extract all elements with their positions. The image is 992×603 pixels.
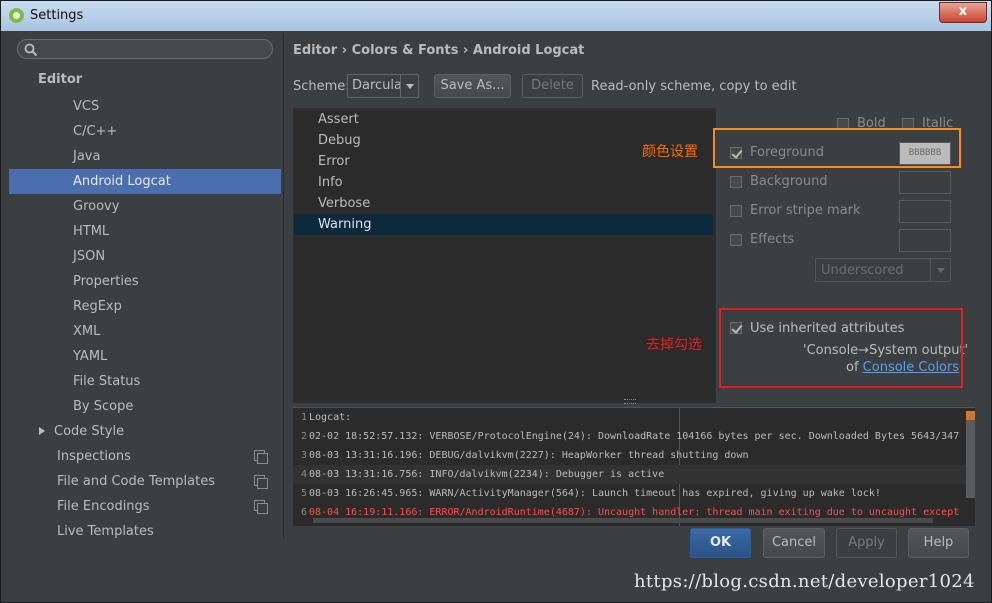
effects-checkbox[interactable] bbox=[730, 234, 742, 246]
error-stripe-checkbox[interactable] bbox=[730, 205, 742, 217]
sidebar-item[interactable]: File Encodings bbox=[9, 494, 281, 519]
annotation-box-inherit bbox=[719, 308, 963, 388]
sidebar-item-label: File Encodings bbox=[57, 499, 150, 514]
sidebar-item[interactable]: Android Logcat bbox=[9, 169, 281, 194]
android-studio-icon bbox=[9, 8, 24, 23]
sidebar-item[interactable]: YAML bbox=[9, 344, 281, 369]
sidebar-item[interactable]: Inspections bbox=[9, 444, 281, 469]
delete-button[interactable]: Delete bbox=[522, 74, 583, 98]
sidebar-item[interactable]: JSON bbox=[9, 244, 281, 269]
project-copy-icon bbox=[254, 475, 268, 489]
search-input[interactable] bbox=[17, 39, 273, 59]
annotation-box-color bbox=[713, 128, 961, 168]
sidebar-item[interactable]: XML bbox=[9, 319, 281, 344]
sidebar-item[interactable]: By Scope bbox=[9, 394, 281, 419]
watermark: https://blog.csdn.net/developer1024 bbox=[634, 571, 975, 592]
sidebar-item[interactable]: RegExp bbox=[9, 294, 281, 319]
sidebar-item[interactable]: C/C++ bbox=[9, 119, 281, 144]
preview-line-text: 02-02 18:52:57.132: VERBOSE/ProtocolEngi… bbox=[309, 431, 960, 442]
project-copy-icon bbox=[254, 450, 268, 464]
log-level-item[interactable]: Verbose bbox=[294, 193, 713, 214]
help-button[interactable]: Help bbox=[908, 528, 969, 558]
save-as-button[interactable]: Save As... bbox=[434, 74, 511, 98]
scheme-label: Scheme: bbox=[293, 79, 350, 94]
preview-hscrollbar[interactable] bbox=[313, 518, 933, 523]
effects-label: Effects bbox=[750, 232, 795, 247]
sidebar-item[interactable]: File Status bbox=[9, 369, 281, 394]
sidebar-item-label: Live Templates bbox=[57, 524, 154, 539]
preview-line-text: 08-04 16:19:11.166: ERROR/AndroidRuntime… bbox=[309, 507, 960, 518]
preview-line-text: 08-03 13:31:16.196: DEBUG/dalvikvm(2227)… bbox=[309, 450, 749, 461]
chevron-down-icon bbox=[400, 75, 419, 97]
line-number: 1 bbox=[300, 412, 307, 423]
preview-line-text: Logcat: bbox=[309, 412, 352, 423]
line-number: 2 bbox=[300, 431, 307, 442]
sidebar-item[interactable]: Live Templates bbox=[9, 519, 281, 539]
ok-button[interactable]: OK bbox=[690, 528, 751, 558]
sidebar-item-label: File and Code Templates bbox=[57, 474, 215, 489]
title-bar: Settings x bbox=[1, 1, 991, 31]
preview-editor[interactable]: 1 Logcat: 2 02-02 18:52:57.132: VERBOSE/Pro… bbox=[293, 407, 975, 526]
annotation-uncheck: 去掉勾选 bbox=[646, 337, 702, 353]
sidebar-item[interactable]: Properties bbox=[9, 269, 281, 294]
settings-window: Settings x Editor VCS C/C++ Java Android Lo… bbox=[0, 0, 992, 603]
sidebar-item[interactable]: VCS bbox=[9, 94, 281, 119]
sidebar-item[interactable]: Groovy bbox=[9, 194, 281, 219]
preview-line: 3 08-03 13:31:16.196: DEBUG/dalvikvm(2227… bbox=[293, 446, 975, 465]
background-checkbox[interactable] bbox=[730, 176, 742, 188]
window-title: Settings bbox=[30, 8, 84, 23]
sidebar-item-label: Inspections bbox=[57, 449, 131, 464]
scheme-note: Read-only scheme, copy to edit bbox=[591, 79, 797, 94]
apply-button[interactable]: Apply bbox=[836, 528, 897, 558]
breadcrumb: Editor › Colors & Fonts › Android Logcat bbox=[293, 43, 585, 58]
line-number: 5 bbox=[300, 488, 307, 499]
sidebar-section-editor[interactable]: Editor bbox=[9, 67, 281, 92]
cancel-button[interactable]: Cancel bbox=[763, 528, 825, 558]
log-level-item[interactable]: Assert bbox=[294, 109, 713, 130]
error-stripe-label: Error stripe mark bbox=[750, 203, 861, 218]
effect-type-value: Underscored bbox=[821, 263, 904, 278]
background-label: Background bbox=[750, 174, 828, 189]
chevron-down-icon bbox=[930, 259, 951, 281]
line-number: 3 bbox=[300, 450, 307, 461]
preview-line: 4 08-03 13:31:16.756: INFO/dalvikvm(2234)… bbox=[293, 465, 975, 484]
sidebar-item[interactable]: File and Code Templates bbox=[9, 469, 281, 494]
preview-line: 1 Logcat: bbox=[293, 408, 975, 427]
search-icon bbox=[24, 43, 38, 57]
scheme-dropdown[interactable]: Darcula bbox=[347, 74, 419, 98]
preview-line-text: 08-03 13:31:16.756: INFO/dalvikvm(2234):… bbox=[309, 469, 665, 480]
error-marker-icon bbox=[966, 411, 975, 420]
project-copy-icon bbox=[254, 500, 268, 514]
line-number: 4 bbox=[300, 469, 307, 480]
line-number: 6 bbox=[300, 507, 307, 518]
main-panel: Editor › Colors & Fonts › Android Logcat… bbox=[284, 33, 983, 539]
sidebar-item[interactable]: Code Style bbox=[9, 419, 281, 444]
preview-line: 5 08-03 16:26:45.965: WARN/ActivityManage… bbox=[293, 484, 975, 503]
effects-color-swatch[interactable] bbox=[899, 229, 951, 252]
log-level-item[interactable]: Info bbox=[294, 172, 713, 193]
scheme-value: Darcula bbox=[352, 78, 403, 93]
background-color-swatch[interactable] bbox=[899, 171, 951, 194]
effect-type-dropdown[interactable]: Underscored bbox=[815, 258, 951, 282]
preview-vscrollbar[interactable] bbox=[966, 412, 975, 498]
preview-line-text: 08-03 16:26:45.965: WARN/ActivityManager… bbox=[309, 488, 881, 499]
error-stripe-color-swatch[interactable] bbox=[899, 200, 951, 223]
close-button[interactable]: x bbox=[939, 2, 987, 23]
expand-arrow-icon[interactable] bbox=[39, 427, 45, 435]
sidebar-item[interactable]: HTML bbox=[9, 219, 281, 244]
log-level-item[interactable]: Warning bbox=[294, 214, 713, 235]
sidebar-item[interactable]: Java bbox=[9, 144, 281, 169]
sidebar-item-label: Code Style bbox=[54, 424, 125, 439]
splitter-handle[interactable] bbox=[624, 399, 636, 404]
preview-line: 2 02-02 18:52:57.132: VERBOSE/ProtocolEng… bbox=[293, 427, 975, 446]
annotation-color-setting: 颜色设置 bbox=[642, 144, 698, 160]
settings-sidebar: Editor VCS C/C++ Java Android Logcat Groovy H… bbox=[9, 33, 281, 539]
